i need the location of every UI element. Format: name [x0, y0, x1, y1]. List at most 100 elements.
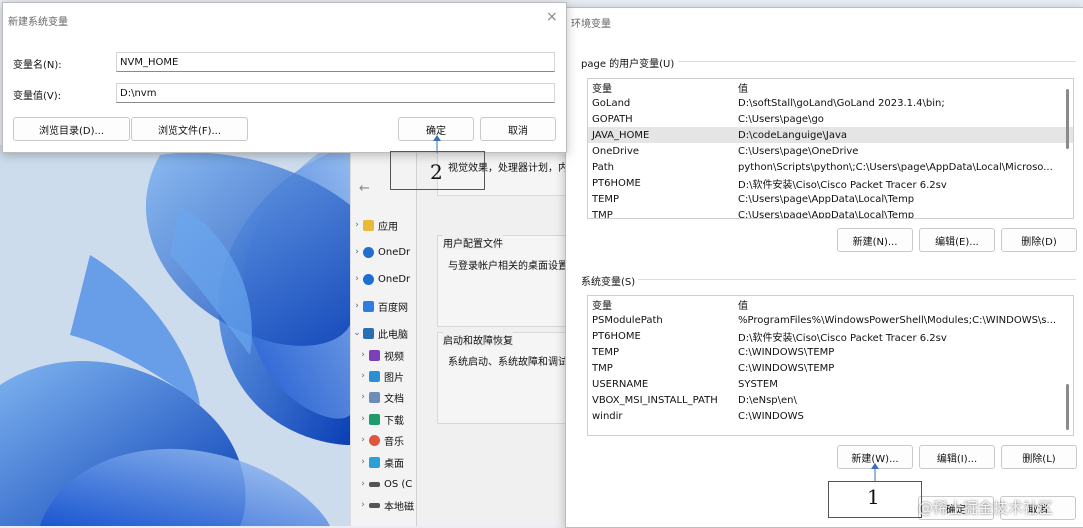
system-edit-button[interactable]: 编辑(I)... — [919, 445, 995, 469]
startup-recovery-title: 启动和故障恢复 — [443, 332, 513, 347]
user-new-button[interactable]: 新建(N)... — [837, 228, 913, 252]
var-name: OneDrive — [592, 145, 640, 157]
nav-item-label: 视频 — [384, 351, 404, 363]
nav-item-onedrive-2[interactable]: › OneDr — [351, 269, 417, 289]
desktop-icon — [369, 456, 380, 468]
var-name: PSModulePath — [592, 314, 663, 326]
chevron-right-icon[interactable]: › — [351, 274, 363, 284]
nav-item-onedrive-1[interactable]: › OneDr — [351, 242, 417, 262]
nav-item-baidu[interactable]: › 百度网 — [351, 296, 417, 316]
chevron-right-icon[interactable]: › — [357, 500, 369, 510]
system-variables-label: 系统变量(S) — [581, 277, 636, 288]
nav-item-apps[interactable]: › 应用 — [351, 215, 417, 235]
nav-item-label: 应用 — [378, 221, 398, 233]
nav-item-desktop[interactable]: › 桌面 — [357, 452, 423, 472]
var-value: C:\Users\page\AppData\Local\Temp — [738, 193, 915, 205]
table-row[interactable]: USERNAME SYSTEM — [588, 376, 1073, 392]
chevron-right-icon[interactable]: › — [357, 435, 369, 445]
nav-item-drive-c[interactable]: › OS (C — [357, 474, 423, 494]
table-row[interactable]: Path python\Scripts\python\;C:\Users\page… — [588, 159, 1073, 175]
table-row[interactable]: VBOX_MSI_INSTALL_PATH D:\eNsp\en\ — [588, 392, 1073, 408]
chevron-down-icon[interactable]: ⌄ — [351, 328, 363, 338]
music-icon — [369, 434, 380, 446]
user-variables-table: 变量 值 GoLand D:\softStall\goLand\GoLand 20… — [588, 79, 1073, 219]
new-system-variable-dialog: 新建系统变量 × 变量名(N): NVM_HOME 变量值(V): D:\nvm… — [2, 2, 567, 153]
chevron-right-icon[interactable]: › — [351, 301, 363, 311]
system-delete-button[interactable]: 删除(L) — [1001, 445, 1077, 469]
nav-item-music[interactable]: › 音乐 — [357, 430, 423, 450]
startup-recovery-group: 启动和故障恢复 系统启动、系统故障和调试 — [437, 332, 569, 424]
nav-item-label: 桌面 — [384, 458, 404, 470]
scrollbar[interactable] — [1066, 384, 1069, 430]
back-arrow-icon[interactable]: ← — [359, 181, 370, 196]
close-icon[interactable]: × — [546, 9, 558, 25]
cancel-button[interactable]: 取消 — [480, 117, 556, 141]
chevron-right-icon[interactable]: › — [357, 457, 369, 467]
browse-file-button[interactable]: 浏览文件(F)... — [131, 117, 248, 141]
var-value: D:\softStall\goLand\GoLand 2023.1.4\bin; — [738, 97, 945, 109]
browse-directory-button[interactable]: 浏览目录(D)... — [13, 117, 130, 141]
chevron-right-icon[interactable]: › — [351, 247, 363, 257]
user-delete-button[interactable]: 删除(D) — [1001, 228, 1077, 252]
environment-variables-dialog: 环境变量 page 的用户变量(U) 变量 值 GoLand D:\softSta… — [565, 7, 1083, 528]
nav-item-documents[interactable]: › 文档 — [357, 387, 423, 407]
chevron-right-icon[interactable]: › — [357, 350, 369, 360]
table-row[interactable]: PT6HOME D:\软件安装\Ciso\Cisco Packet Tracer … — [588, 175, 1073, 191]
table-row[interactable]: GOPATH C:\Users\page\go — [588, 111, 1073, 127]
var-value: D:\软件安装\Ciso\Cisco Packet Tracer 6.2sv — [738, 332, 947, 344]
dialog-title: 环境变量 — [571, 19, 611, 30]
table-row[interactable]: TMP C:\WINDOWS\TEMP — [588, 360, 1073, 376]
chevron-right-icon[interactable]: › — [357, 479, 369, 489]
column-header-variable[interactable]: 变量 — [588, 296, 734, 312]
nav-item-videos[interactable]: › 视频 — [357, 345, 423, 365]
table-row[interactable]: OneDrive C:\Users\page\OneDrive — [588, 143, 1073, 159]
variable-name-input[interactable]: NVM_HOME — [116, 52, 555, 72]
var-name: PT6HOME — [592, 177, 641, 189]
var-value: D:\codeLanguige\Java — [734, 127, 1073, 143]
user-edit-button[interactable]: 编辑(E)... — [919, 228, 995, 252]
user-profile-text: 与登录帐户相关的桌面设置 — [448, 261, 568, 272]
table-row[interactable]: TEMP C:\WINDOWS\TEMP — [588, 344, 1073, 360]
table-header: 变量 值 — [588, 79, 1073, 95]
var-name: TMP — [592, 209, 613, 219]
variable-value-input[interactable]: D:\nvm — [116, 83, 555, 103]
table-row[interactable]: GoLand D:\softStall\goLand\GoLand 2023.1.… — [588, 95, 1073, 111]
table-row-selected[interactable]: JAVA_HOME D:\codeLanguige\Java — [588, 127, 1073, 143]
dialog-title: 新建系统变量 — [8, 17, 68, 28]
startup-recovery-text: 系统启动、系统故障和调试 — [448, 357, 568, 368]
nav-item-drive-local[interactable]: › 本地磁 — [357, 495, 423, 515]
var-name: windir — [592, 410, 623, 422]
table-row[interactable]: windir C:\WINDOWS — [588, 408, 1073, 424]
folder-icon — [363, 219, 374, 231]
chevron-right-icon[interactable]: › — [351, 220, 363, 230]
system-variables-list[interactable]: 变量 值 PSModulePath %ProgramFiles%\WindowsP… — [587, 295, 1074, 436]
user-profile-title: 用户配置文件 — [443, 235, 503, 250]
desktop-wallpaper — [0, 145, 350, 526]
watermark-text: @稀土掘金技术社区 — [918, 499, 1054, 517]
nav-item-label: OS (C — [384, 478, 413, 490]
file-explorer-window: ← › 应用 › OneDr › OneDr › 百度网 ⌄ 此电脑 › 视频 … — [350, 145, 417, 526]
chevron-right-icon[interactable]: › — [357, 371, 369, 381]
nav-item-label: 下载 — [384, 415, 404, 427]
annotation-number-2: 2 — [430, 160, 443, 184]
user-variables-list[interactable]: 变量 值 GoLand D:\softStall\goLand\GoLand 20… — [587, 78, 1074, 219]
table-row[interactable]: TMP C:\Users\page\AppData\Local\Temp — [588, 207, 1073, 219]
var-value: D:\软件安装\Ciso\Cisco Packet Tracer 6.2sv — [738, 179, 947, 191]
nav-item-pictures[interactable]: › 图片 — [357, 366, 423, 386]
variable-name-label: 变量名(N): — [13, 60, 62, 71]
column-header-value[interactable]: 值 — [734, 79, 1073, 95]
nav-item-downloads[interactable]: › 下载 — [357, 409, 423, 429]
table-row[interactable]: PT6HOME D:\软件安装\Ciso\Cisco Packet Tracer … — [588, 328, 1073, 344]
nav-item-label: 图片 — [384, 372, 404, 384]
chevron-right-icon[interactable]: › — [357, 414, 369, 424]
nav-item-label: OneDr — [378, 273, 411, 285]
chevron-right-icon[interactable]: › — [357, 392, 369, 402]
column-header-variable[interactable]: 变量 — [588, 79, 734, 95]
scrollbar[interactable] — [1066, 89, 1069, 149]
annotation-arrow-icon — [433, 135, 441, 153]
nav-item-this-pc[interactable]: ⌄ 此电脑 — [351, 323, 417, 343]
table-row[interactable]: PSModulePath %ProgramFiles%\WindowsPowerS… — [588, 312, 1073, 328]
table-row[interactable]: TEMP C:\Users\page\AppData\Local\Temp — [588, 191, 1073, 207]
column-header-value[interactable]: 值 — [734, 296, 1073, 312]
nav-item-label: 文档 — [384, 393, 404, 405]
